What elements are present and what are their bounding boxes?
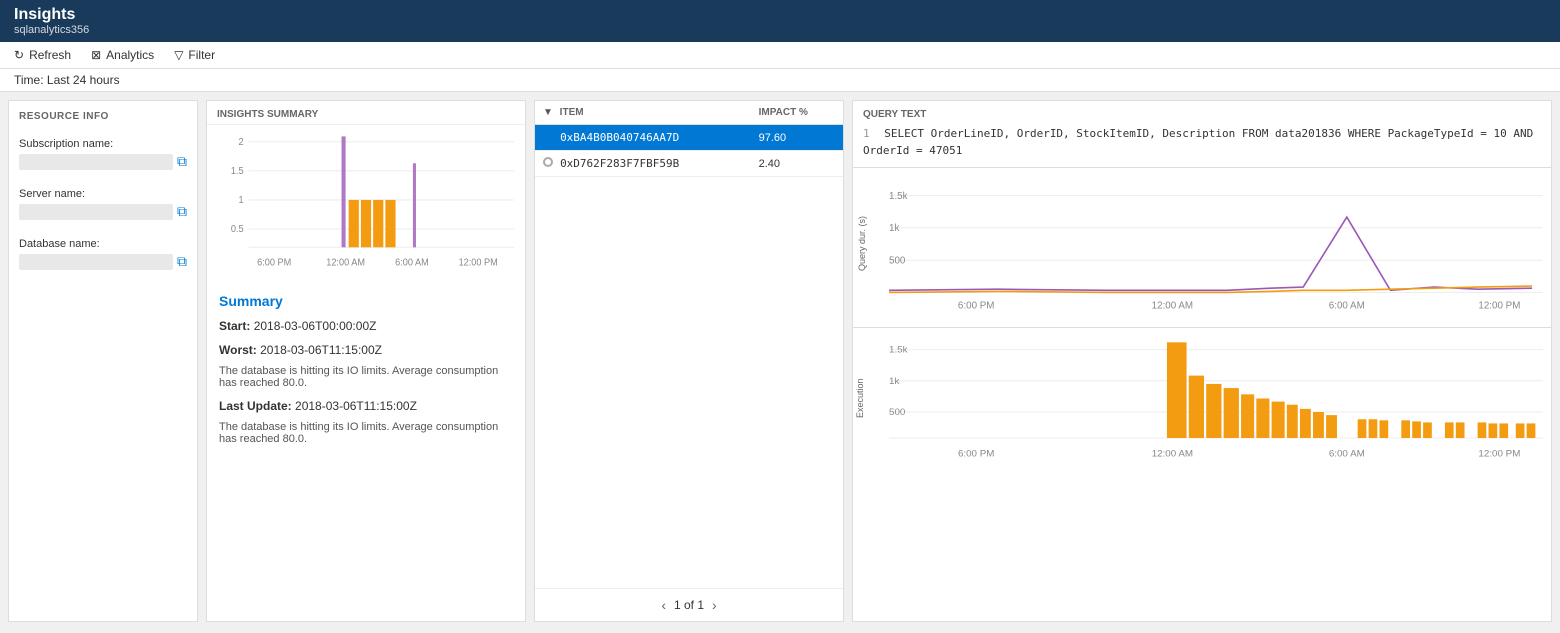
refresh-icon: ↻ — [14, 48, 24, 62]
page-label: 1 of 1 — [674, 598, 704, 612]
svg-text:12:00 PM: 12:00 PM — [1478, 301, 1520, 312]
insights-summary-panel: INSIGHTS SUMMARY 2 1.5 1 0.5 6:00 PM 12:… — [206, 100, 526, 622]
database-edit-icon[interactable]: ⧉ — [177, 253, 187, 270]
svg-text:500: 500 — [889, 407, 905, 418]
start-label: Start: — [219, 319, 250, 333]
summary-title: Summary — [219, 293, 513, 309]
subscription-edit-icon[interactable]: ⧉ — [177, 153, 187, 170]
time-bar: Time: Last 24 hours — [0, 69, 1560, 92]
svg-text:12:00 AM: 12:00 AM — [326, 256, 365, 267]
last-update-value: 2018-03-06T11:15:00Z — [295, 399, 417, 413]
toolbar: ↻ Refresh ⊠ Analytics ▽ Filter — [0, 42, 1560, 69]
svg-text:0.5: 0.5 — [231, 223, 244, 234]
query-text-content: SELECT OrderLineID, OrderID, StockItemID… — [863, 127, 1533, 157]
start-value: 2018-03-06T00:00:00Z — [254, 319, 377, 333]
svg-text:12:00 AM: 12:00 AM — [1152, 449, 1193, 460]
execution-y-label: Execution — [855, 338, 865, 458]
database-field: Database name: ⧉ — [19, 238, 187, 270]
server-label: Server name: — [19, 188, 187, 200]
svg-text:12:00 PM: 12:00 PM — [459, 256, 498, 267]
table-row[interactable]: 0xD762F283F7FBF59B 2.40 — [535, 151, 843, 177]
duration-y-label: Query dur. (s) — [857, 178, 867, 308]
item-cell: 0xBA4B0B040746AA7D — [535, 125, 751, 151]
subscription-value — [19, 154, 173, 170]
svg-text:6:00 PM: 6:00 PM — [958, 301, 995, 312]
app-title: Insights — [14, 6, 1546, 24]
summary-content: Summary Start: 2018-03-06T00:00:00Z Wors… — [207, 285, 525, 621]
impact-cell: 97.60 — [751, 125, 843, 151]
svg-text:500: 500 — [889, 255, 906, 266]
svg-text:6:00 AM: 6:00 AM — [395, 256, 429, 267]
refresh-button[interactable]: ↻ Refresh — [14, 48, 71, 62]
duration-svg: 1.5k 1k 500 6:00 PM 12:00 AM 6:00 AM 12:… — [889, 174, 1543, 314]
svg-text:2: 2 — [238, 136, 243, 147]
query-code: 1 SELECT OrderLineID, OrderID, StockItem… — [863, 126, 1541, 159]
filter-button[interactable]: ▽ Filter — [174, 48, 215, 62]
subscription-field: Subscription name: ⧉ — [19, 138, 187, 170]
database-value — [19, 254, 173, 270]
impact-col-header: IMPACT % — [751, 101, 843, 125]
subscription-label: Subscription name: — [19, 138, 187, 150]
server-edit-icon[interactable]: ⧉ — [177, 203, 187, 220]
insights-svg-chart: 2 1.5 1 0.5 6:00 PM 12:00 AM 6:00 AM 12:… — [213, 131, 519, 271]
query-text-section: QUERY TEXT 1 SELECT OrderLineID, OrderID… — [853, 101, 1551, 168]
svg-text:6:00 AM: 6:00 AM — [1329, 449, 1365, 460]
summary-start: Start: 2018-03-06T00:00:00Z — [219, 317, 513, 335]
item-table: ▼ ITEM IMPACT % 0xBA4B0B040746AA7D 97.60… — [535, 101, 843, 177]
summary-worst: Worst: 2018-03-06T11:15:00Z — [219, 341, 513, 359]
analytics-button[interactable]: ⊠ Analytics — [91, 48, 154, 62]
svg-text:1: 1 — [238, 194, 243, 205]
prev-page-button[interactable]: ‹ — [661, 597, 666, 613]
insights-chart: 2 1.5 1 0.5 6:00 PM 12:00 AM 6:00 AM 12:… — [207, 125, 525, 285]
app-subtitle: sqlanalytics356 — [14, 24, 1546, 36]
execution-svg: 1.5k 1k 500 — [889, 334, 1543, 464]
analytics-icon: ⊠ — [91, 48, 101, 62]
filter-col-icon: ▼ — [543, 107, 553, 118]
app-header: Insights sqlanalytics356 — [0, 0, 1560, 42]
last-update-label: Last Update: — [219, 399, 292, 413]
svg-text:12:00 PM: 12:00 PM — [1478, 449, 1520, 460]
main-content: RESOURCE INFO Subscription name: ⧉ Serve… — [0, 92, 1560, 630]
resource-info-panel: RESOURCE INFO Subscription name: ⧉ Serve… — [8, 100, 198, 622]
summary-last-update: Last Update: 2018-03-06T11:15:00Z — [219, 397, 513, 415]
insights-summary-title: INSIGHTS SUMMARY — [207, 101, 525, 125]
query-line-number: 1 — [863, 127, 870, 140]
impact-cell: 2.40 — [751, 151, 843, 177]
svg-text:1k: 1k — [889, 376, 900, 387]
next-page-button[interactable]: › — [712, 597, 717, 613]
query-panel: QUERY TEXT 1 SELECT OrderLineID, OrderID… — [852, 100, 1552, 622]
svg-text:6:00 PM: 6:00 PM — [257, 256, 291, 267]
item-hash: 0xBA4B0B040746AA7D — [560, 131, 679, 144]
item-status-icon — [543, 157, 553, 167]
description2: The database is hitting its IO limits. A… — [219, 421, 513, 445]
server-value — [19, 204, 173, 220]
database-label: Database name: — [19, 238, 187, 250]
worst-label: Worst: — [219, 343, 257, 357]
execution-chart: Execution 1.5k 1k 500 — [853, 328, 1551, 621]
item-hash: 0xD762F283F7FBF59B — [560, 157, 679, 170]
item-list-panel: ▼ ITEM IMPACT % 0xBA4B0B040746AA7D 97.60… — [534, 100, 844, 622]
item-col-header: ▼ ITEM — [535, 101, 751, 125]
description1: The database is hitting its IO limits. A… — [219, 365, 513, 389]
query-text-title: QUERY TEXT — [863, 109, 1541, 120]
table-row[interactable]: 0xBA4B0B040746AA7D 97.60 — [535, 125, 843, 151]
svg-text:6:00 PM: 6:00 PM — [958, 449, 995, 460]
svg-text:1.5k: 1.5k — [889, 345, 908, 356]
resource-info-title: RESOURCE INFO — [19, 111, 187, 122]
item-cell: 0xD762F283F7FBF59B — [535, 151, 751, 177]
server-field: Server name: ⧉ — [19, 188, 187, 220]
worst-value: 2018-03-06T11:15:00Z — [260, 343, 382, 357]
filter-icon: ▽ — [174, 48, 183, 62]
svg-text:12:00 AM: 12:00 AM — [1152, 301, 1193, 312]
svg-text:1.5: 1.5 — [231, 165, 244, 176]
query-duration-chart: Query dur. (s) 1.5k 1k 500 6:00 PM 12:00… — [853, 168, 1551, 328]
svg-text:1.5k: 1.5k — [889, 191, 908, 202]
svg-text:6:00 AM: 6:00 AM — [1329, 301, 1365, 312]
svg-text:1k: 1k — [889, 223, 899, 234]
pagination: ‹ 1 of 1 › — [535, 588, 843, 621]
item-status-icon — [543, 131, 553, 141]
